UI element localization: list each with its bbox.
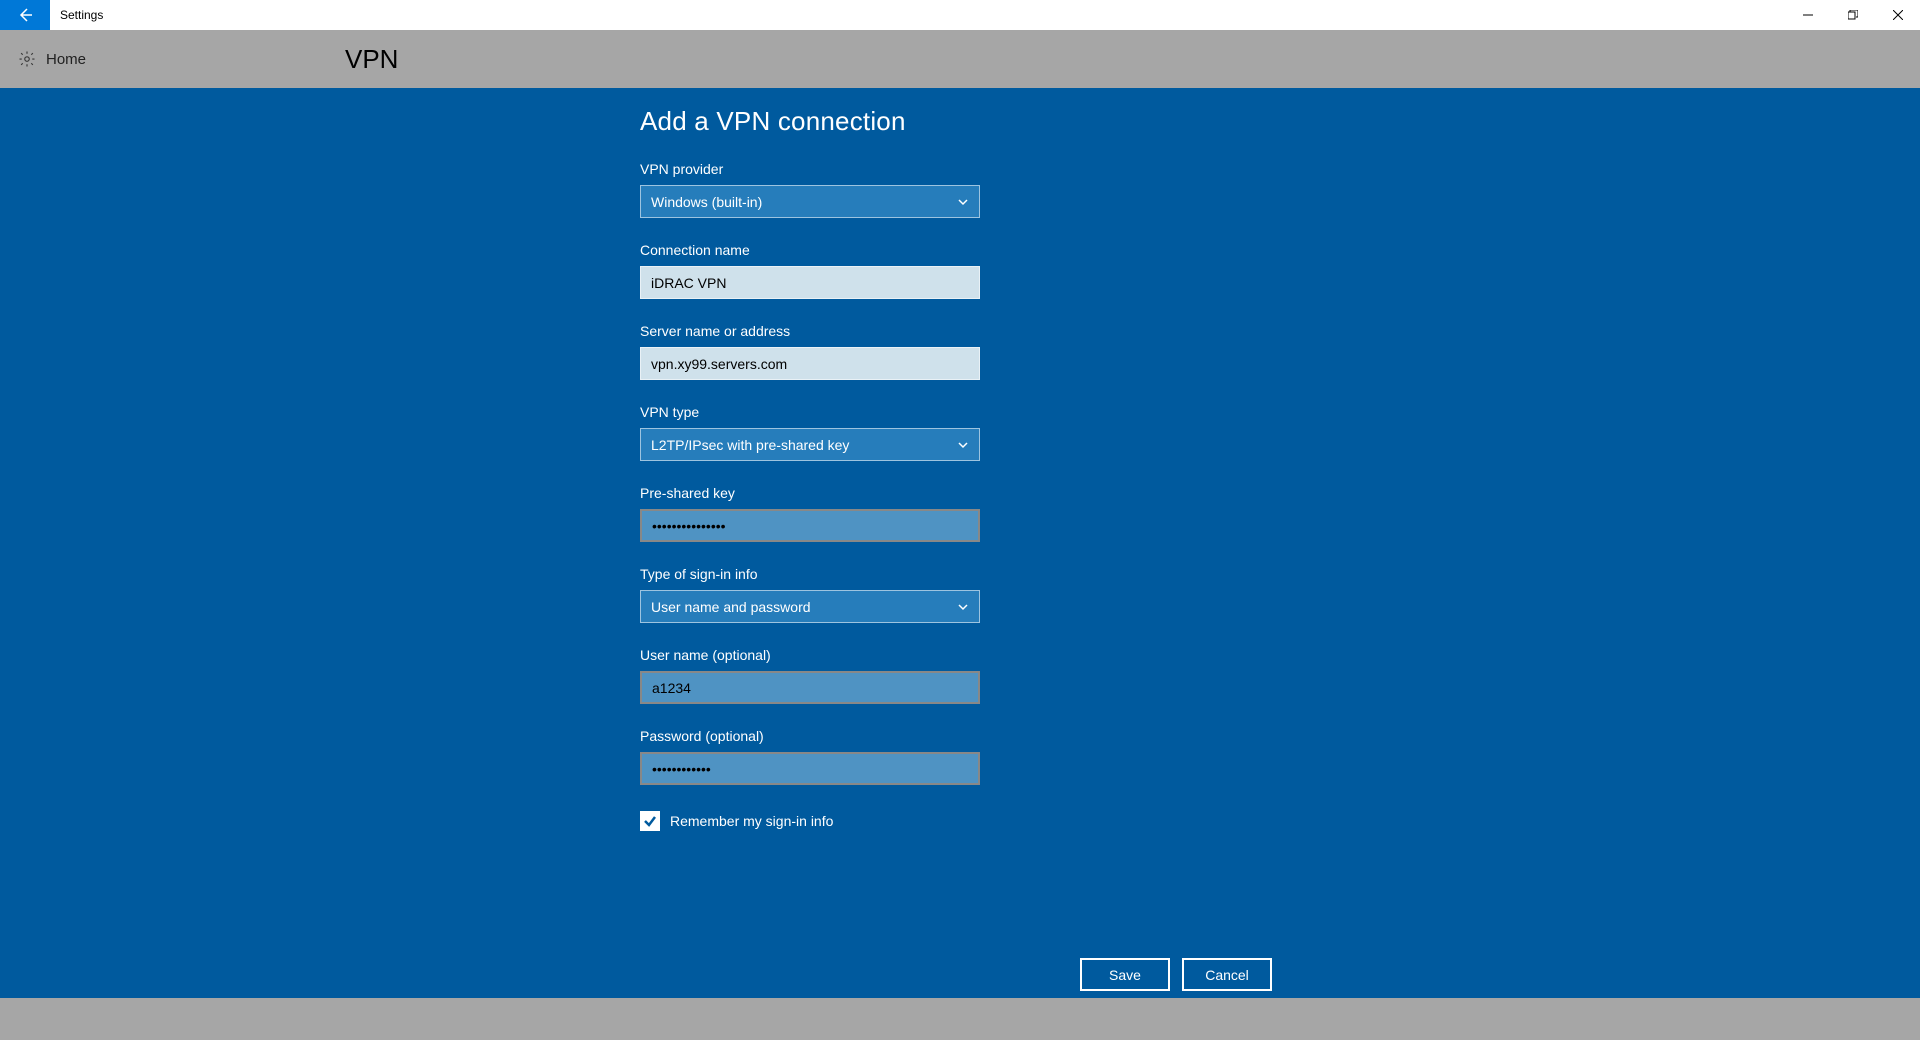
chevron-down-icon [957, 601, 969, 613]
save-button[interactable]: Save [1080, 958, 1170, 991]
titlebar: Settings [0, 0, 1920, 30]
header-bar: Home VPN [0, 30, 1920, 88]
add-vpn-dialog: Add a VPN connection VPN provider Window… [0, 88, 1920, 998]
minimize-icon [1803, 10, 1813, 20]
signin-type-select[interactable]: User name and password [640, 590, 980, 623]
remember-signin-label: Remember my sign-in info [670, 813, 833, 829]
app-title: Settings [60, 8, 103, 22]
vpn-type-value: L2TP/IPsec with pre-shared key [651, 437, 849, 453]
minimize-button[interactable] [1785, 0, 1830, 30]
home-label: Home [46, 51, 86, 68]
window-controls [1785, 0, 1920, 30]
close-icon [1893, 10, 1903, 20]
connection-name-label: Connection name [640, 242, 1280, 258]
dialog-title: Add a VPN connection [640, 106, 1280, 137]
maximize-button[interactable] [1830, 0, 1875, 30]
vpn-provider-select[interactable]: Windows (built-in) [640, 185, 980, 218]
modal-dim-overlay-bottom [0, 998, 1920, 1040]
maximize-icon [1848, 10, 1858, 20]
chevron-down-icon [957, 196, 969, 208]
gear-icon [18, 50, 36, 68]
vpn-provider-value: Windows (built-in) [651, 194, 762, 210]
close-button[interactable] [1875, 0, 1920, 30]
back-button[interactable] [0, 0, 50, 30]
server-address-input[interactable] [640, 347, 980, 380]
username-label: User name (optional) [640, 647, 1280, 663]
cancel-button[interactable]: Cancel [1182, 958, 1272, 991]
arrow-left-icon [17, 7, 33, 23]
vpn-type-label: VPN type [640, 404, 1280, 420]
password-label: Password (optional) [640, 728, 1280, 744]
vpn-type-select[interactable]: L2TP/IPsec with pre-shared key [640, 428, 980, 461]
server-address-label: Server name or address [640, 323, 1280, 339]
signin-type-label: Type of sign-in info [640, 566, 1280, 582]
vpn-provider-label: VPN provider [640, 161, 1280, 177]
username-input[interactable] [640, 671, 980, 704]
connection-name-input[interactable] [640, 266, 980, 299]
password-input[interactable] [640, 752, 980, 785]
remember-signin-checkbox[interactable] [640, 811, 660, 831]
chevron-down-icon [957, 439, 969, 451]
preshared-key-input[interactable] [640, 509, 980, 542]
home-link[interactable]: Home [18, 50, 86, 68]
signin-type-value: User name and password [651, 599, 811, 615]
page-title: VPN [345, 44, 398, 75]
preshared-key-label: Pre-shared key [640, 485, 1280, 501]
checkmark-icon [643, 814, 657, 828]
